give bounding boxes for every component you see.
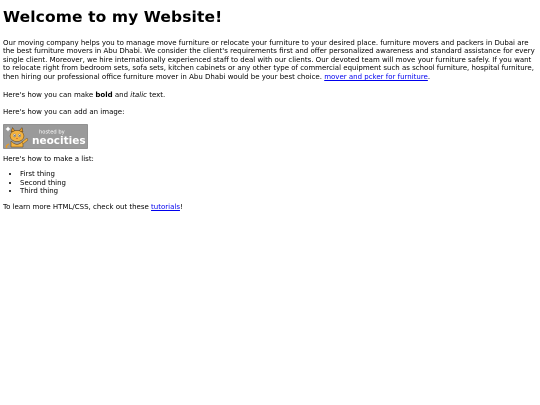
page-content: Welcome to my Website! Our moving compan… (0, 0, 540, 212)
list-item: First thing (20, 170, 537, 178)
italic-text: italic (130, 90, 147, 99)
mover-packer-link[interactable]: mover and pcker for furniture (324, 73, 428, 81)
thing-list: First thing Second thing Third thing (3, 170, 537, 195)
intro-trailing: . (427, 72, 431, 81)
intro-paragraph: Our moving company helps you to manage m… (3, 39, 537, 82)
learn-more-paragraph: To learn more HTML/CSS, check out these … (3, 203, 537, 212)
learn-line-suffix: ! (179, 202, 183, 211)
tutorials-link[interactable]: tutorials (151, 203, 180, 211)
list-item: Third thing (20, 187, 537, 195)
bold-line-prefix: Here's how you can make (3, 90, 96, 99)
bold-italic-paragraph: Here's how you can make bold and italic … (3, 91, 537, 100)
list-item: Second thing (20, 179, 537, 187)
intro-text: Our moving company helps you to manage m… (3, 38, 535, 81)
badge-brand-text: neocities (32, 135, 86, 147)
page-title: Welcome to my Website! (3, 8, 223, 26)
learn-line-prefix: To learn more HTML/CSS, check out these (3, 202, 152, 211)
bold-text: bold (95, 90, 113, 99)
list-paragraph: Here's how to make a list: (3, 154, 94, 163)
bold-line-middle: and (112, 90, 131, 99)
neocities-badge-image: hosted by neocities (3, 123, 88, 149)
image-paragraph: Here's how you can add an image: (3, 108, 125, 117)
bold-line-suffix: text. (146, 90, 166, 99)
